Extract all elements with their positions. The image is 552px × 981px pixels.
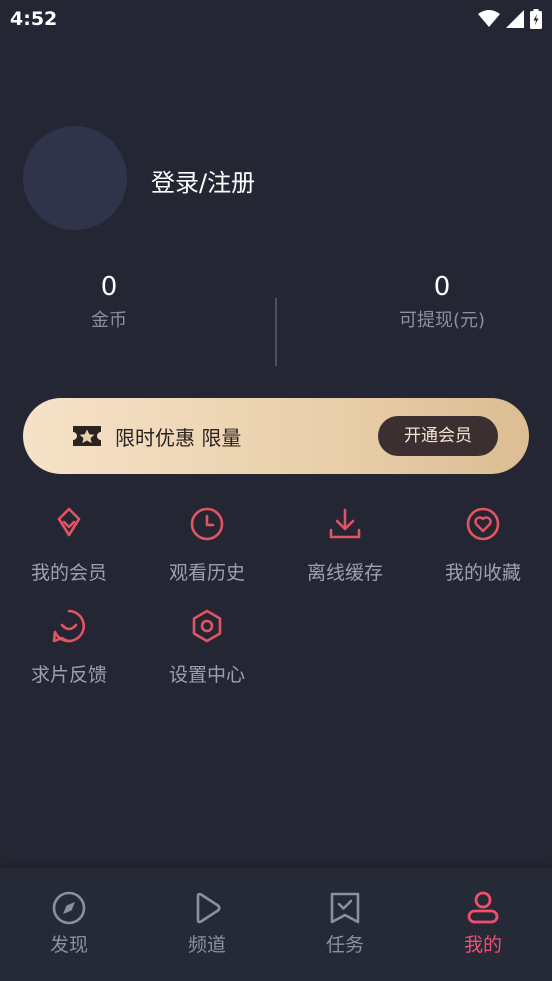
download-icon xyxy=(329,508,361,539)
user-icon xyxy=(467,891,499,924)
nav-tab-mine[interactable]: 我的 xyxy=(414,890,552,957)
menu-item-offline-cache[interactable]: 离线缓存 xyxy=(276,506,414,585)
menu-item-label: 求片反馈 xyxy=(30,664,107,686)
nav-tab-channels[interactable]: 频道 xyxy=(138,890,276,957)
nav-tab-label: 发现 xyxy=(49,934,88,956)
task-icon xyxy=(330,892,360,924)
open-membership-button[interactable]: 开通会员 xyxy=(378,416,498,456)
stats-divider xyxy=(275,298,277,366)
vip-banner[interactable]: 限时优惠 限量 开通会员 xyxy=(23,398,529,474)
login-register-link[interactable]: 登录/注册 xyxy=(151,163,255,198)
status-bar: 4:52 xyxy=(0,0,552,38)
withdrawable-stat[interactable]: 0 可提现(元) xyxy=(332,270,552,332)
settings-icon xyxy=(192,609,222,643)
diamond-icon xyxy=(57,507,81,537)
avatar[interactable] xyxy=(23,126,127,230)
status-icons xyxy=(478,9,542,29)
chat-smile-icon xyxy=(52,609,86,643)
withdrawable-label: 可提现(元) xyxy=(398,310,486,331)
nav-tab-label: 我的 xyxy=(463,934,502,956)
nav-tab-label: 频道 xyxy=(187,934,226,956)
nav-tab-discover[interactable]: 发现 xyxy=(0,890,138,957)
coins-value: 0 xyxy=(100,272,118,302)
clock-icon xyxy=(190,507,224,541)
menu-item-label: 观看历史 xyxy=(168,562,245,584)
nav-tab-label: 任务 xyxy=(325,934,364,956)
menu-item-my-membership[interactable]: 我的会员 xyxy=(0,506,138,585)
menu-item-request-feedback[interactable]: 求片反馈 xyxy=(0,608,138,687)
withdrawable-value: 0 xyxy=(433,272,451,302)
menu-item-settings-center[interactable]: 设置中心 xyxy=(138,608,276,687)
wifi-icon xyxy=(478,10,500,27)
menu-item-label: 离线缓存 xyxy=(306,562,383,584)
coins-stat[interactable]: 0 金币 xyxy=(0,270,218,332)
nav-tab-tasks[interactable]: 任务 xyxy=(276,890,414,957)
menu-item-label: 我的会员 xyxy=(30,562,107,584)
vip-promo-text: 限时优惠 限量 xyxy=(115,425,242,450)
play-icon xyxy=(196,892,221,924)
battery-icon xyxy=(530,9,542,29)
bottom-nav: 发现 频道 任务 我的 xyxy=(0,868,552,981)
coins-label: 金币 xyxy=(91,310,127,331)
menu-item-my-favorites[interactable]: 我的收藏 xyxy=(414,506,552,585)
menu-item-watch-history[interactable]: 观看历史 xyxy=(138,506,276,585)
status-time: 4:52 xyxy=(10,8,58,30)
menu-item-label: 我的收藏 xyxy=(444,562,521,584)
menu-item-label: 设置中心 xyxy=(168,664,245,686)
ticket-star-icon xyxy=(73,426,101,446)
heart-icon xyxy=(466,507,500,541)
compass-icon xyxy=(52,891,86,925)
signal-icon xyxy=(506,10,524,28)
